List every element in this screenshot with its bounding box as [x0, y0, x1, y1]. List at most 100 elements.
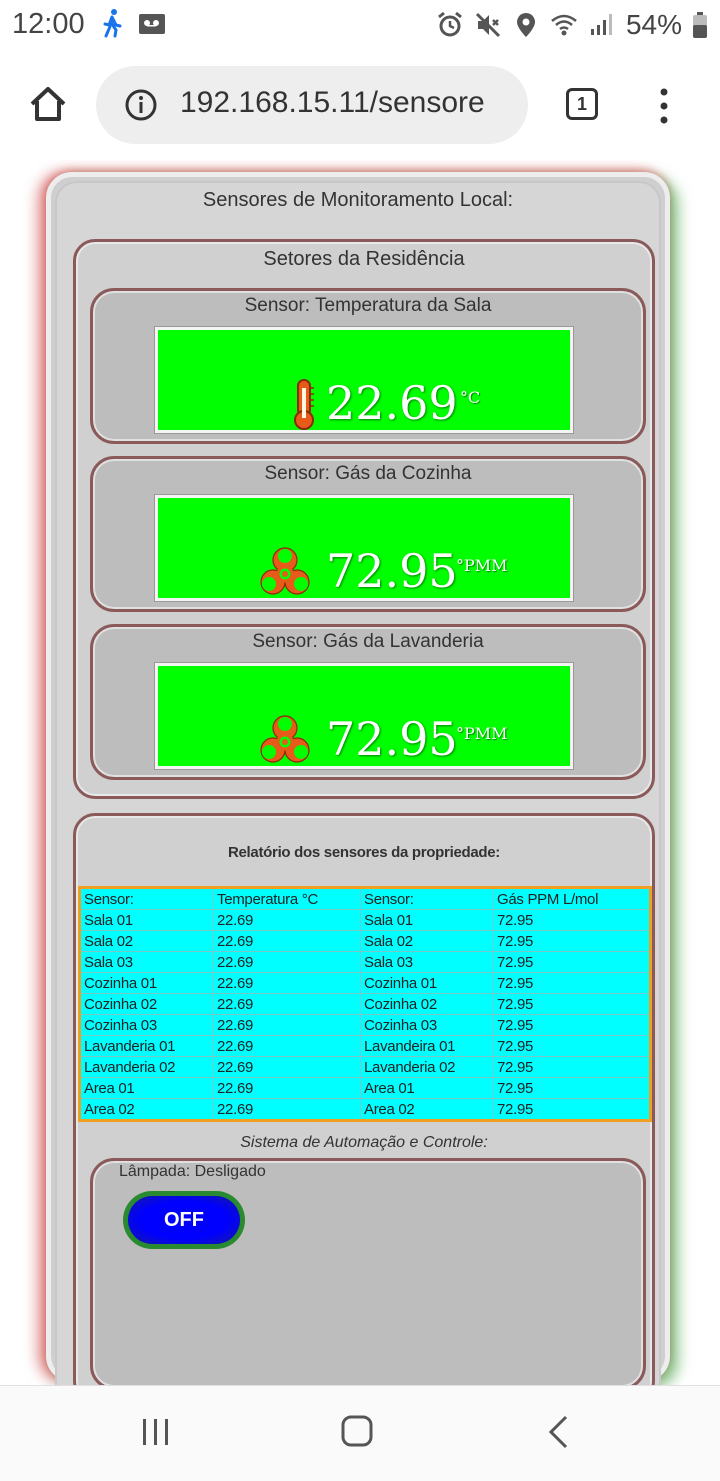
system-navigation-bar [0, 1385, 720, 1481]
table-row: Sala 01 22.69 Sala 01 72.95 [79, 909, 651, 931]
sensor-unit: °PMM [456, 556, 508, 575]
table-cell: 22.69 [213, 951, 361, 973]
back-icon[interactable] [546, 1414, 570, 1450]
table-cell: 22.69 [213, 972, 361, 994]
sensor-card-temperature: Sensor: Temperatura da Sala 22.69 °C [90, 288, 646, 444]
sensor-value: 72.95 [326, 712, 458, 766]
page-title: Sensores de Monitoramento Local: [202, 189, 514, 211]
battery-icon [693, 12, 707, 38]
page-content: Sensores de Monitoramento Local: Setores… [0, 160, 720, 1385]
table-cell: Cozinha 03 [360, 1014, 494, 1036]
sensor-display: 72.95 °PMM [155, 663, 573, 769]
sensor-value: 72.95 [326, 544, 458, 598]
info-icon[interactable] [124, 88, 158, 122]
table-header: Temperatura °C [213, 887, 361, 910]
report-panel: Relatório dos sensores da propriedade: S… [73, 813, 655, 1385]
table-cell: 22.69 [213, 1035, 361, 1057]
table-row: Cozinha 03 22.69 Cozinha 03 72.95 [79, 1014, 651, 1036]
tab-switcher-button[interactable]: 1 [566, 88, 598, 120]
sensor-display: 22.69 °C [155, 327, 573, 433]
lamp-toggle-label: OFF [128, 1196, 240, 1244]
sensor-report-table: Sensor: Temperatura °C Sensor: Gás PPM L… [78, 886, 652, 1122]
table-cell: 72.95 [493, 993, 651, 1015]
table-cell: Sala 02 [79, 930, 214, 952]
recent-apps-icon[interactable] [140, 1416, 172, 1448]
sectors-panel: Setores da Residência Sensor: Temperatur… [73, 239, 655, 799]
table-cell: Area 02 [79, 1098, 214, 1121]
table-cell: 72.95 [493, 1056, 651, 1078]
address-bar[interactable]: 192.168.15.11/sensore [96, 66, 528, 144]
sensor-value: 22.69 [326, 376, 458, 430]
table-cell: 22.69 [213, 930, 361, 952]
table-cell: 22.69 [213, 1077, 361, 1099]
table-cell: 72.95 [493, 930, 651, 952]
table-cell: Cozinha 01 [360, 972, 494, 994]
monitoring-panel: Sensores de Monitoramento Local: Setores… [46, 172, 670, 1385]
table-cell: Sala 02 [360, 930, 494, 952]
table-cell: Area 02 [360, 1098, 494, 1121]
biohazard-icon [260, 547, 310, 595]
home-nav-icon[interactable] [340, 1414, 374, 1448]
table-cell: 72.95 [493, 972, 651, 994]
table-cell: 72.95 [493, 909, 651, 931]
sensor-card-laundry-gas: Sensor: Gás da Lavanderia 72.95 °PMM [90, 624, 646, 780]
table-cell: 22.69 [213, 909, 361, 931]
table-cell: Sala 01 [360, 909, 494, 931]
sensor-title: Sensor: Gás da Cozinha [264, 463, 472, 484]
url-text[interactable]: 192.168.15.11/sensore [180, 86, 516, 120]
home-icon[interactable] [26, 82, 70, 126]
table-cell: 72.95 [493, 951, 651, 973]
automation-title: Sistema de Automação e Controle: [240, 1134, 488, 1151]
biohazard-icon [260, 715, 310, 763]
table-cell: Lavandeira 01 [360, 1035, 494, 1057]
table-header: Sensor: [79, 887, 214, 910]
table-cell: Lavanderia 02 [360, 1056, 494, 1078]
table-row: Area 01 22.69 Area 01 72.95 [79, 1077, 651, 1099]
table-row: Sala 03 22.69 Sala 03 72.95 [79, 951, 651, 973]
table-row: Cozinha 02 22.69 Cozinha 02 72.95 [79, 993, 651, 1015]
table-cell: Cozinha 01 [79, 972, 214, 994]
more-menu-icon[interactable] [652, 86, 676, 126]
mute-icon [475, 12, 501, 38]
table-cell: 22.69 [213, 1056, 361, 1078]
sensor-title: Sensor: Temperatura da Sala [244, 295, 492, 316]
table-cell: 22.69 [213, 993, 361, 1015]
table-header: Sensor: [360, 887, 494, 910]
table-cell: 72.95 [493, 1077, 651, 1099]
sensor-unit: °C [460, 388, 481, 407]
lamp-toggle-button[interactable]: OFF [123, 1191, 245, 1249]
table-cell: Cozinha 02 [79, 993, 214, 1015]
monitoring-panel-inner: Sensores de Monitoramento Local: Setores… [55, 181, 661, 1385]
report-title: Relatório dos sensores da propriedade: [227, 844, 500, 861]
table-cell: Area 01 [360, 1077, 494, 1099]
table-row: Area 02 22.69 Area 02 72.95 [79, 1098, 651, 1121]
status-time: 12:00 [12, 8, 85, 40]
table-row: Cozinha 01 22.69 Cozinha 01 72.95 [79, 972, 651, 994]
table-row: Lavanderia 01 22.69 Lavandeira 01 72.95 [79, 1035, 651, 1057]
alarm-icon [438, 11, 462, 37]
location-icon [516, 13, 535, 37]
sensor-title: Sensor: Gás da Lavanderia [252, 631, 484, 652]
wifi-icon [551, 14, 577, 36]
table-cell: Lavanderia 02 [79, 1056, 214, 1078]
status-bar: 12:00 54% [0, 0, 720, 52]
table-row: Sala 02 22.69 Sala 02 72.95 [79, 930, 651, 952]
table-cell: 22.69 [213, 1098, 361, 1121]
sensor-card-kitchen-gas: Sensor: Gás da Cozinha 72.95 °PMM [90, 456, 646, 612]
table-cell: Lavanderia 01 [79, 1035, 214, 1057]
lamp-status-label: Lâmpada: Desligado [119, 1163, 266, 1180]
voicemail-icon [139, 14, 165, 34]
table-cell: 72.95 [493, 1014, 651, 1036]
table-header-row: Sensor: Temperatura °C Sensor: Gás PPM L… [79, 887, 651, 910]
battery-percent: 54% [625, 9, 682, 40]
table-cell: Area 01 [79, 1077, 214, 1099]
lamp-control-panel: Lâmpada: Desligado OFF [90, 1158, 646, 1385]
thermometer-icon [294, 379, 314, 430]
table-cell: 72.95 [493, 1035, 651, 1057]
signal-icon [590, 14, 612, 35]
sensor-unit: °PMM [456, 724, 508, 743]
sensor-display: 72.95 °PMM [155, 495, 573, 601]
table-cell: Sala 03 [79, 951, 214, 973]
walk-icon [103, 9, 122, 38]
table-row: Lavanderia 02 22.69 Lavanderia 02 72.95 [79, 1056, 651, 1078]
